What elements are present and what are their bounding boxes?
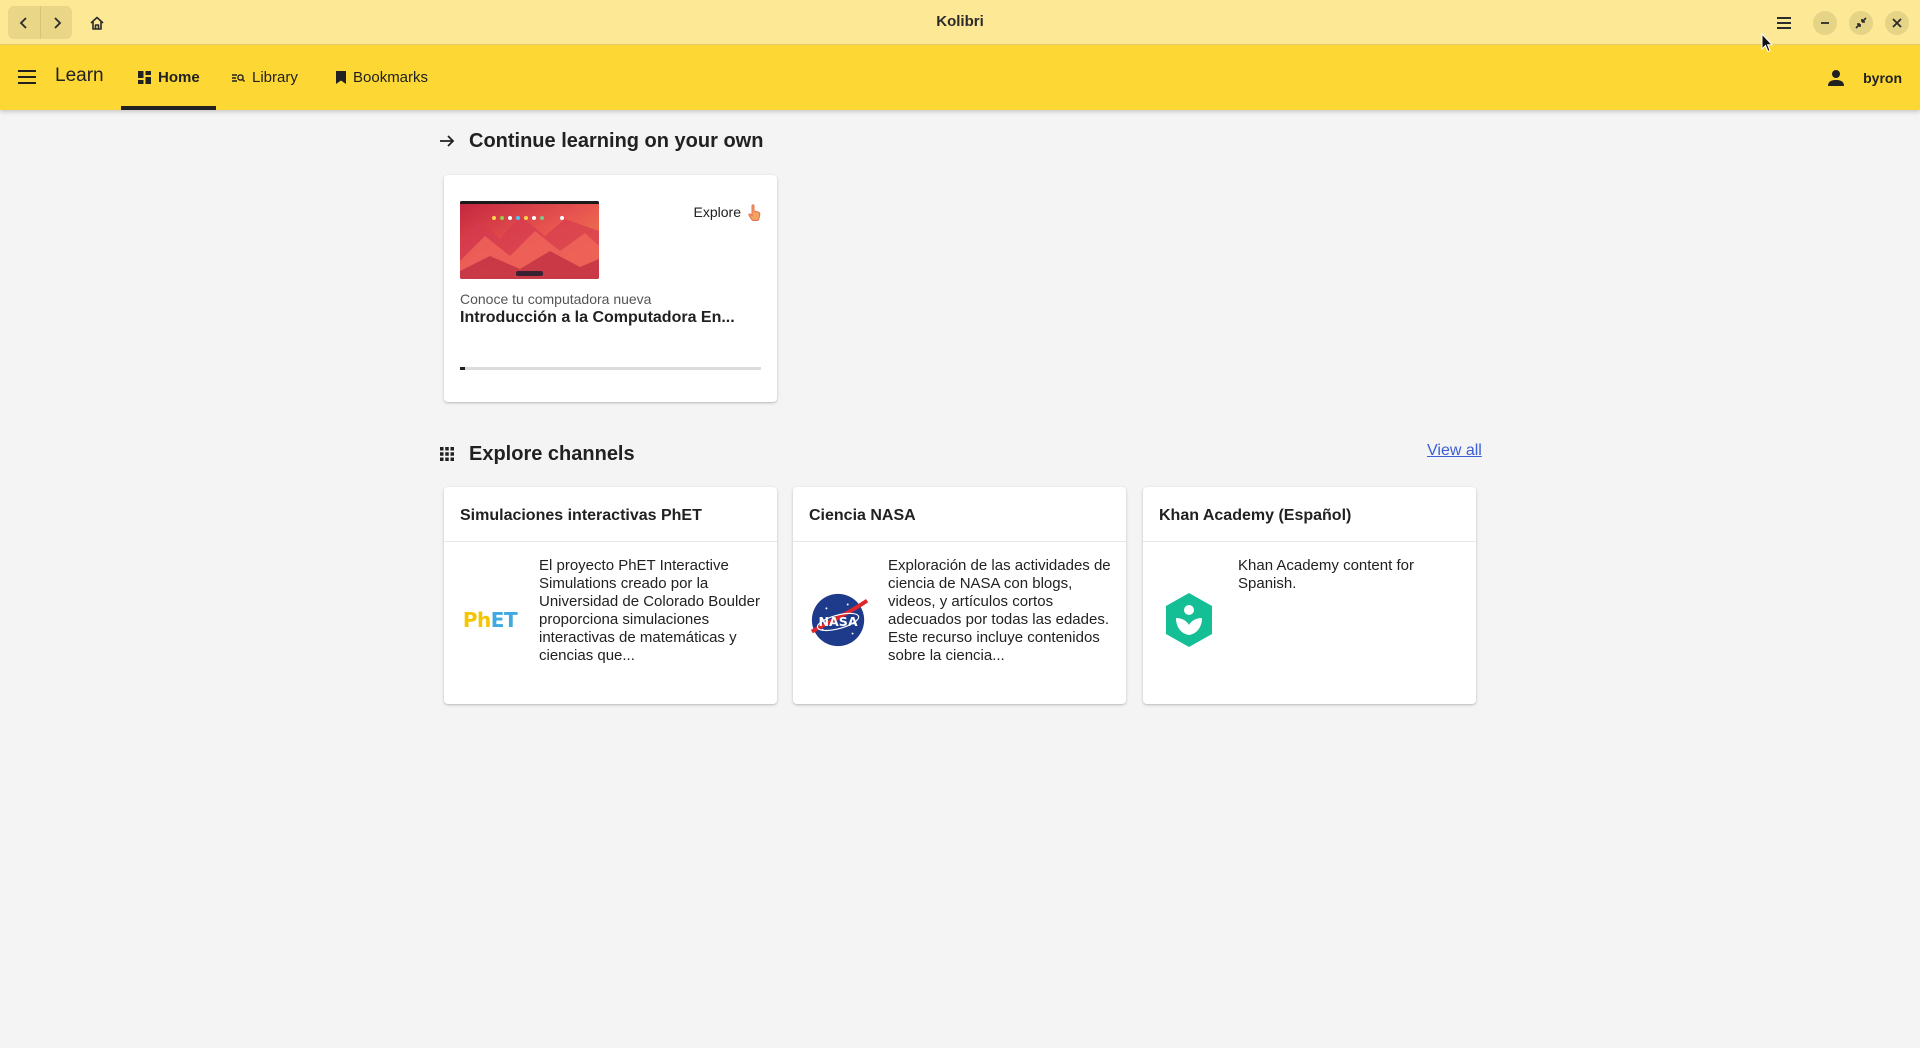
username: byron — [1863, 69, 1902, 86]
mouse-cursor-icon — [1761, 33, 1773, 53]
channel-card-divider — [444, 541, 777, 542]
resume-card-subtitle: Conoce tu computadora nueva — [460, 291, 652, 307]
resume-card-thumbnail — [460, 201, 599, 279]
svg-text:NASA: NASA — [819, 614, 858, 629]
window-controls — [1768, 8, 1912, 38]
close-icon — [1885, 11, 1909, 35]
window-titlebar: Kolibri — [0, 0, 1920, 45]
channel-card-divider — [793, 541, 1126, 542]
forward-button[interactable] — [40, 6, 72, 39]
channel-card-nasa[interactable]: Ciencia NASA NASA Exploración de las act… — [793, 487, 1126, 704]
tab-bookmarks-label: Bookmarks — [353, 69, 429, 86]
resume-progress-bar — [460, 367, 761, 370]
home-button[interactable] — [80, 6, 113, 39]
app-bar: Learn Home Library Bookmarks byron — [0, 45, 1920, 110]
resume-progress-fill — [460, 367, 465, 370]
channel-card-phet[interactable]: Simulaciones interactivas PhET PhET El p… — [444, 487, 777, 704]
hand-pointer-icon — [747, 203, 761, 221]
view-all-link[interactable]: View all — [1427, 442, 1482, 460]
minimize-icon — [1813, 11, 1837, 35]
channel-description: Khan Academy content for Spanish. — [1238, 557, 1414, 592]
restore-icon — [1849, 11, 1873, 35]
user-menu[interactable]: byron — [1827, 45, 1902, 110]
tab-home[interactable]: Home — [121, 45, 216, 110]
explore-channels-header: Explore channels — [435, 442, 635, 466]
channel-description: Exploración de las actividades de cienci… — [888, 557, 1111, 664]
minimize-button[interactable] — [1810, 8, 1840, 38]
explore-badge-label: Explore — [693, 204, 741, 220]
app-section-label: Learn — [55, 65, 104, 86]
apps-grid-icon — [435, 442, 459, 466]
explore-badge: Explore — [694, 203, 761, 221]
resume-card[interactable]: Explore Conoce tu computadora nueva Intr… — [444, 175, 777, 402]
arrow-right-icon — [435, 129, 459, 153]
tab-library-label: Library — [252, 69, 298, 86]
phet-logo: PhET — [462, 608, 518, 632]
library-icon — [231, 72, 245, 84]
nasa-logo: NASA — [809, 590, 869, 650]
person-icon — [1828, 69, 1845, 86]
tab-library[interactable]: Library — [231, 45, 298, 110]
channel-title: Ciencia NASA — [809, 507, 916, 524]
channel-card-divider — [1143, 541, 1476, 542]
channel-card-khan-academy[interactable]: Khan Academy (Español) Khan Academy cont… — [1143, 487, 1476, 704]
continue-learning-title: Continue learning on your own — [469, 129, 764, 152]
hamburger-icon — [18, 70, 36, 84]
khan-academy-logo — [1159, 590, 1219, 650]
side-nav-toggle[interactable] — [14, 66, 40, 88]
chevron-left-icon — [19, 16, 27, 29]
home-icon — [89, 16, 104, 30]
channel-description: El proyecto PhET Interactive Simulations… — [539, 557, 760, 664]
back-button[interactable] — [8, 6, 40, 39]
dashboard-icon — [138, 71, 151, 84]
chevron-right-icon — [53, 16, 61, 29]
resume-card-title: Introducción a la Computadora En... — [460, 309, 735, 326]
window-title: Kolibri — [936, 13, 984, 30]
restore-button[interactable] — [1846, 8, 1876, 38]
close-button[interactable] — [1882, 8, 1912, 38]
bookmark-icon — [336, 71, 346, 84]
channel-title: Khan Academy (Español) — [1159, 507, 1352, 524]
continue-learning-header: Continue learning on your own — [435, 129, 763, 153]
tab-home-label: Home — [158, 69, 200, 86]
tab-bookmarks[interactable]: Bookmarks — [336, 45, 428, 110]
menu-icon — [1777, 17, 1791, 29]
explore-channels-title: Explore channels — [469, 442, 635, 465]
history-nav — [8, 6, 72, 39]
channel-title: Simulaciones interactivas PhET — [460, 507, 702, 524]
